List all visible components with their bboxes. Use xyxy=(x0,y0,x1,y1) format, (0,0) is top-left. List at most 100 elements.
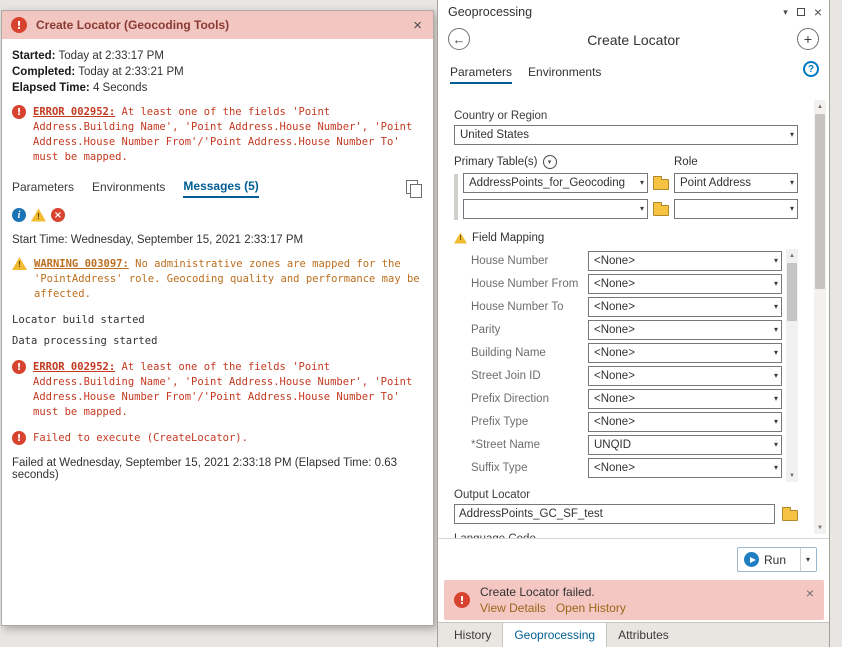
close-icon[interactable]: × xyxy=(806,585,814,601)
log-line: Data processing started xyxy=(12,335,158,347)
failed-at-line: Failed at Wednesday, September 15, 2021 … xyxy=(12,457,398,481)
pane-menu-icon[interactable]: ▾ xyxy=(783,7,788,18)
error-code: ERROR 002952: xyxy=(33,361,116,373)
error-icon: ! xyxy=(12,431,26,445)
view-details-link[interactable]: View Details xyxy=(480,601,546,615)
elapsed-label: Elapsed Time: xyxy=(12,82,90,94)
pane-titlebar: Geoprocessing ▾ × xyxy=(438,0,829,22)
copy-messages-icon[interactable] xyxy=(406,180,422,198)
completed-label: Completed: xyxy=(12,66,76,78)
chevron-down-icon[interactable]: ▾ xyxy=(542,155,557,169)
tab-geoprocessing[interactable]: Geoprocessing xyxy=(502,623,608,647)
log-error-message: ! ERROR 002952: At least one of the fiel… xyxy=(12,360,421,420)
geoprocessing-pane: Geoprocessing ▾ × ← Create Locator + Par… xyxy=(437,0,830,647)
run-button[interactable]: Run ▾ xyxy=(737,547,817,572)
field-value-select[interactable]: <None> xyxy=(588,342,782,363)
scroll-up-icon[interactable]: ▲ xyxy=(814,100,826,113)
primary-tables-grid: AddressPoints_for_Geocoding Point Addres… xyxy=(454,173,798,220)
run-row: Run ▾ xyxy=(438,538,829,578)
field-row: House Number To <None> xyxy=(454,295,782,318)
field-mapping-scrollbar[interactable]: ▲ ▼ xyxy=(786,249,798,482)
field-row: Prefix Direction <None> xyxy=(454,387,782,410)
country-select[interactable]: United States xyxy=(454,125,798,145)
field-row: Prefix Type <None> xyxy=(454,410,782,433)
completed-line: Completed: Today at 2:33:21 PM xyxy=(12,66,421,78)
float-pane-icon[interactable] xyxy=(796,8,805,16)
tab-parameters[interactable]: Parameters xyxy=(450,65,513,84)
table-select[interactable]: AddressPoints_for_Geocoding xyxy=(463,173,648,193)
field-row: *Street Name UNQID xyxy=(454,433,782,456)
field-value-select[interactable]: <None> xyxy=(588,457,782,478)
browse-folder-icon[interactable] xyxy=(782,506,798,521)
tab-messages[interactable]: Messages (5) xyxy=(183,179,259,198)
field-value-select[interactable]: <None> xyxy=(588,296,782,317)
field-value-select[interactable]: <None> xyxy=(588,411,782,432)
table-select[interactable] xyxy=(463,199,648,219)
started-line: Started: Today at 2:33:17 PM xyxy=(12,50,421,62)
started-label: Started: xyxy=(12,50,56,62)
error-filter-icon[interactable]: × xyxy=(51,208,65,222)
warning-icon: ! xyxy=(454,232,467,244)
dialog-title: Create Locator (Geocoding Tools) xyxy=(36,18,230,32)
browse-folder-icon[interactable] xyxy=(653,201,669,216)
scroll-down-icon[interactable]: ▼ xyxy=(786,469,798,482)
warning-message: ! WARNING 003097: No administrative zone… xyxy=(12,257,421,302)
country-value: United States xyxy=(460,129,530,141)
error-icon: ! xyxy=(12,105,26,119)
field-value-select[interactable]: <None> xyxy=(588,388,782,409)
help-icon[interactable]: ? xyxy=(803,61,819,77)
scroll-down-icon[interactable]: ▼ xyxy=(814,521,826,534)
close-icon[interactable]: × xyxy=(411,18,424,33)
field-row: House Number <None> xyxy=(454,249,782,272)
scrollbar-thumb[interactable] xyxy=(815,114,825,289)
primary-table-row: AddressPoints_for_Geocoding Point Addres… xyxy=(463,173,798,193)
add-to-project-icon[interactable]: + xyxy=(797,28,819,50)
scrollbar-thumb[interactable] xyxy=(787,263,797,321)
log-line: Locator build started xyxy=(12,314,145,326)
close-icon[interactable]: × xyxy=(814,5,822,19)
row-grip[interactable] xyxy=(454,174,458,220)
role-select[interactable]: Point Address xyxy=(674,173,798,193)
summary-error-message: ! ERROR 002952: At least one of the fiel… xyxy=(12,105,421,165)
warning-icon: ! xyxy=(12,257,27,270)
field-row: Building Name <None> xyxy=(454,341,782,364)
tab-environments[interactable]: Environments xyxy=(528,65,601,84)
open-history-link[interactable]: Open History xyxy=(556,601,626,615)
tool-title: Create Locator xyxy=(587,32,680,48)
role-select[interactable] xyxy=(674,199,798,219)
parameters-form: Country or Region United States Primary … xyxy=(438,100,816,538)
dialog-body: Started: Today at 2:33:17 PM Completed: … xyxy=(2,39,433,481)
started-value: Today at 2:33:17 PM xyxy=(58,50,164,62)
country-label: Country or Region xyxy=(454,110,548,122)
output-locator-input[interactable] xyxy=(454,504,775,524)
run-label: Run xyxy=(764,552,787,567)
tab-history[interactable]: History xyxy=(443,623,502,647)
field-row: Street Join ID <None> xyxy=(454,364,782,387)
info-filter-icon[interactable]: i xyxy=(12,208,26,222)
browse-folder-icon[interactable] xyxy=(653,175,669,190)
tool-tabs: Parameters Environments ? xyxy=(438,58,829,84)
field-value-select[interactable]: <None> xyxy=(588,319,782,340)
tab-environments[interactable]: Environments xyxy=(92,180,165,197)
field-value-select[interactable]: <None> xyxy=(588,273,782,294)
completed-value: Today at 2:33:21 PM xyxy=(78,66,184,78)
field-value-select[interactable]: <None> xyxy=(588,250,782,271)
tab-attributes[interactable]: Attributes xyxy=(607,623,680,647)
dialog-tabs: Parameters Environments Messages (5) xyxy=(12,179,422,198)
back-icon[interactable]: ← xyxy=(448,28,470,50)
play-icon xyxy=(744,552,759,567)
field-value-select[interactable]: UNQID xyxy=(588,434,782,455)
tab-parameters[interactable]: Parameters xyxy=(12,180,74,197)
warning-filter-icon[interactable]: ! xyxy=(31,208,46,222)
primary-tables-header: Primary Table(s) ▾ Role xyxy=(454,155,798,169)
primary-tables-label: Primary Table(s) xyxy=(454,156,538,168)
error-icon: ! xyxy=(12,360,26,374)
run-options-caret-icon[interactable]: ▾ xyxy=(799,548,810,571)
scroll-up-icon[interactable]: ▲ xyxy=(786,249,798,262)
dialog-header[interactable]: ! Create Locator (Geocoding Tools) × xyxy=(2,11,433,39)
primary-table-row xyxy=(463,199,798,219)
field-mapping-list: House Number <None> House Number From <N… xyxy=(454,249,798,482)
parameters-scrollbar[interactable]: ▲ ▼ xyxy=(814,100,826,534)
field-value-select[interactable]: <None> xyxy=(588,365,782,386)
field-row: Parity <None> xyxy=(454,318,782,341)
